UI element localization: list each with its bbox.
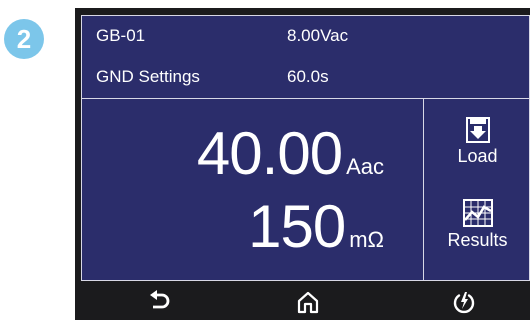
results-button[interactable]: Results — [424, 198, 530, 251]
back-arrow-icon — [150, 290, 170, 309]
step-number-badge: 2 — [4, 19, 44, 59]
current-value: 40.00 — [196, 120, 343, 187]
home-button[interactable] — [293, 289, 323, 315]
horizontal-divider — [82, 98, 529, 99]
power-button[interactable] — [449, 289, 479, 315]
resistance-unit: mΩ — [349, 227, 384, 252]
settings-label: GND Settings — [96, 67, 200, 86]
results-chart-icon — [462, 199, 493, 227]
home-icon — [297, 291, 319, 314]
test-voltage: 8.00Vac — [287, 26, 349, 45]
test-time: 60.0s — [287, 67, 329, 86]
device-frame: GB-01 8.00Vac GND Settings 60.0s 40.00 A… — [75, 8, 530, 320]
lcd-screen: GB-01 8.00Vac GND Settings 60.0s 40.00 A… — [81, 15, 530, 281]
test-name: GB-01 — [96, 26, 146, 45]
current-unit: Aac — [346, 154, 384, 179]
settings-info-row[interactable]: GND Settings 60.0s — [82, 57, 529, 97]
load-label: Load — [457, 146, 498, 166]
load-button[interactable]: Load — [424, 116, 530, 167]
bottom-navigation — [75, 283, 530, 320]
power-icon — [453, 292, 475, 314]
load-icon — [465, 117, 490, 143]
results-label: Results — [447, 230, 508, 250]
test-info-row[interactable]: GB-01 8.00Vac — [82, 16, 529, 56]
back-button[interactable] — [145, 289, 175, 315]
current-reading: 40.00 Aac — [197, 124, 384, 184]
resistance-reading: 150 mΩ — [248, 197, 384, 257]
resistance-value: 150 — [248, 193, 346, 260]
